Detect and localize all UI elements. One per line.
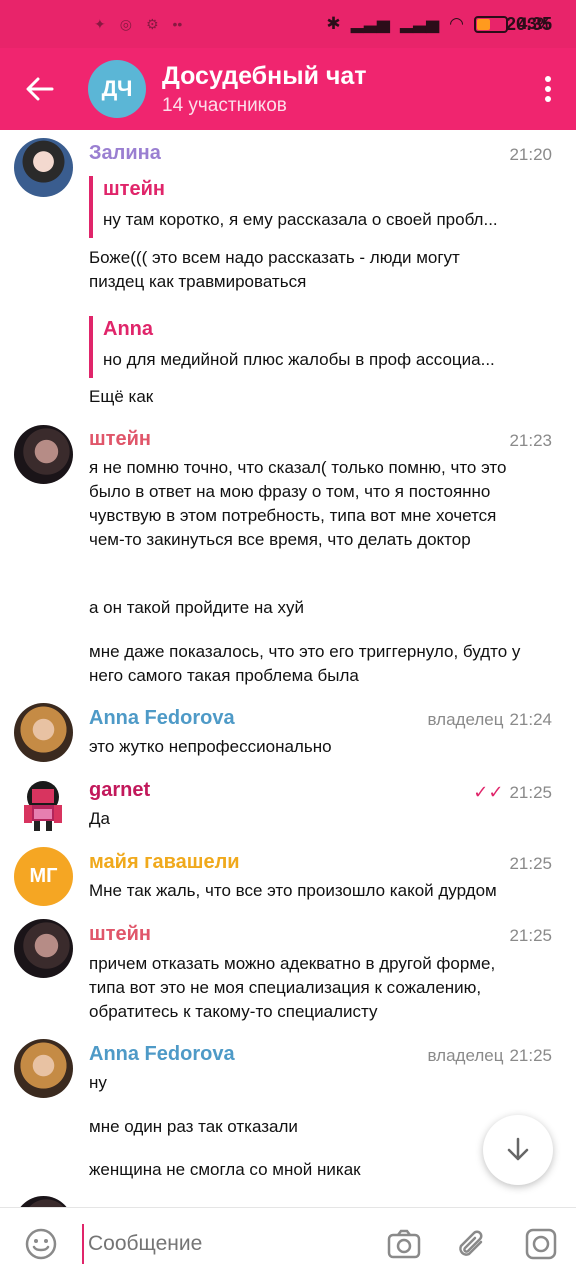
reply-quote[interactable]: штейн ну там коротко, я ему рассказала о…: [89, 176, 529, 238]
message-time: 21:25: [509, 926, 552, 945]
avatar[interactable]: [14, 138, 73, 197]
arrow-left-icon: [26, 77, 54, 101]
bluetooth-icon: ✱: [326, 14, 341, 33]
wifi-icon: ◠: [449, 14, 464, 33]
attach-button[interactable]: [438, 1208, 506, 1280]
reply-text: ну там коротко, я ему рассказала о своей…: [103, 210, 498, 229]
garnet-avatar-icon: [24, 781, 62, 831]
message-time: 21:25: [509, 783, 552, 802]
message-text: женщина не смогла со мной никак: [89, 1160, 361, 1179]
avatar[interactable]: МГ: [14, 847, 73, 906]
emoji-button[interactable]: [0, 1208, 82, 1280]
sender-name[interactable]: Залина: [89, 142, 161, 165]
avatar[interactable]: [14, 703, 73, 762]
message-text: ну: [89, 1073, 107, 1092]
battery-icon: [473, 15, 508, 33]
avatar[interactable]: [14, 919, 73, 978]
more-vertical-icon: [545, 76, 551, 102]
sender-name[interactable]: Anna Fedorova: [89, 707, 235, 730]
emoji-icon: [25, 1228, 57, 1260]
read-checks-icon: ✓✓: [473, 782, 504, 802]
message-time: 21:20: [509, 145, 552, 164]
chat-info[interactable]: Досудебный чат 14 участников: [162, 62, 520, 117]
avatar[interactable]: [14, 1196, 73, 1207]
chat-members-count: 14 участников: [162, 94, 287, 116]
instant-camera-icon: [525, 1228, 557, 1260]
message-text: причем отказать можно адекватно в другой…: [89, 954, 496, 1021]
back-button[interactable]: [0, 48, 80, 130]
avatar[interactable]: [14, 425, 73, 484]
message-text: Мне так жаль, что все это произошло како…: [89, 881, 497, 900]
reply-sender: штейн: [103, 178, 165, 200]
message-text: а он такой пройдите на хуй: [89, 598, 304, 617]
message-text: это жутко непрофессионально: [89, 737, 332, 756]
paperclip-icon: [459, 1230, 483, 1256]
message-text: мне даже показалось, что это его триггер…: [89, 642, 521, 685]
message-time: 21:25: [509, 1046, 552, 1065]
signal-icon: ▂▃▅: [350, 14, 390, 33]
more-notifications-icon: ••: [172, 15, 183, 32]
status-time: 20:35: [505, 13, 552, 34]
message-text: Да: [89, 809, 110, 828]
chat-header: ДЧ Досудебный чат 14 участников: [0, 48, 576, 130]
avatar[interactable]: [14, 775, 73, 834]
camera-button[interactable]: [370, 1208, 438, 1280]
reply-text: но для медийной плюс жалобы в проф ассоц…: [103, 350, 495, 369]
sender-name[interactable]: майя гавашели: [89, 851, 240, 874]
message-list[interactable]: Залина 21:20 штейн ну там коротко, я ему…: [0, 130, 576, 1207]
message-time: 21:24: [509, 710, 552, 729]
message-text: Ещё как: [89, 387, 154, 406]
reply-sender: Anna: [103, 318, 153, 340]
notification-icon: ✦: [94, 15, 106, 32]
sender-name[interactable]: garnet: [89, 779, 150, 802]
chat-title: Досудебный чат: [162, 61, 367, 90]
sender-name[interactable]: штейн: [89, 923, 151, 946]
role-badge: владелец: [427, 1046, 504, 1065]
message-time: 21:23: [509, 431, 552, 450]
arrow-down-icon: [507, 1137, 529, 1161]
message-input[interactable]: [82, 1224, 370, 1264]
message-text: Боже((( это всем надо рассказать - люди …: [89, 248, 460, 291]
instant-camera-button[interactable]: [506, 1208, 576, 1280]
message-time: 21:25: [509, 854, 552, 873]
camera-icon: [387, 1229, 421, 1259]
more-menu-button[interactable]: [520, 48, 576, 130]
message-text: мне один раз так отказали: [89, 1117, 298, 1136]
sender-name[interactable]: Anna Fedorova: [89, 1043, 235, 1066]
sender-name[interactable]: штейн: [89, 428, 151, 451]
role-badge: владелец: [427, 710, 504, 729]
message-text: я не помню точно, что сказал( только пом…: [89, 458, 507, 549]
notification-icon: ⚙: [145, 15, 159, 32]
notification-icon: ◎: [119, 15, 132, 32]
status-bar: 20:35 ✦ ◎ ⚙ •• ✱ ▂▃▅ ▂▃▅ ◠ 43%: [0, 0, 576, 48]
scroll-to-bottom-button[interactable]: [483, 1115, 553, 1185]
reply-quote[interactable]: Anna но для медийной плюс жалобы в проф …: [89, 316, 529, 378]
avatar[interactable]: [14, 1039, 73, 1098]
signal-icon: ▂▃▅: [399, 14, 440, 33]
message-input-bar: [0, 1207, 576, 1280]
chat-avatar[interactable]: ДЧ: [88, 60, 146, 118]
